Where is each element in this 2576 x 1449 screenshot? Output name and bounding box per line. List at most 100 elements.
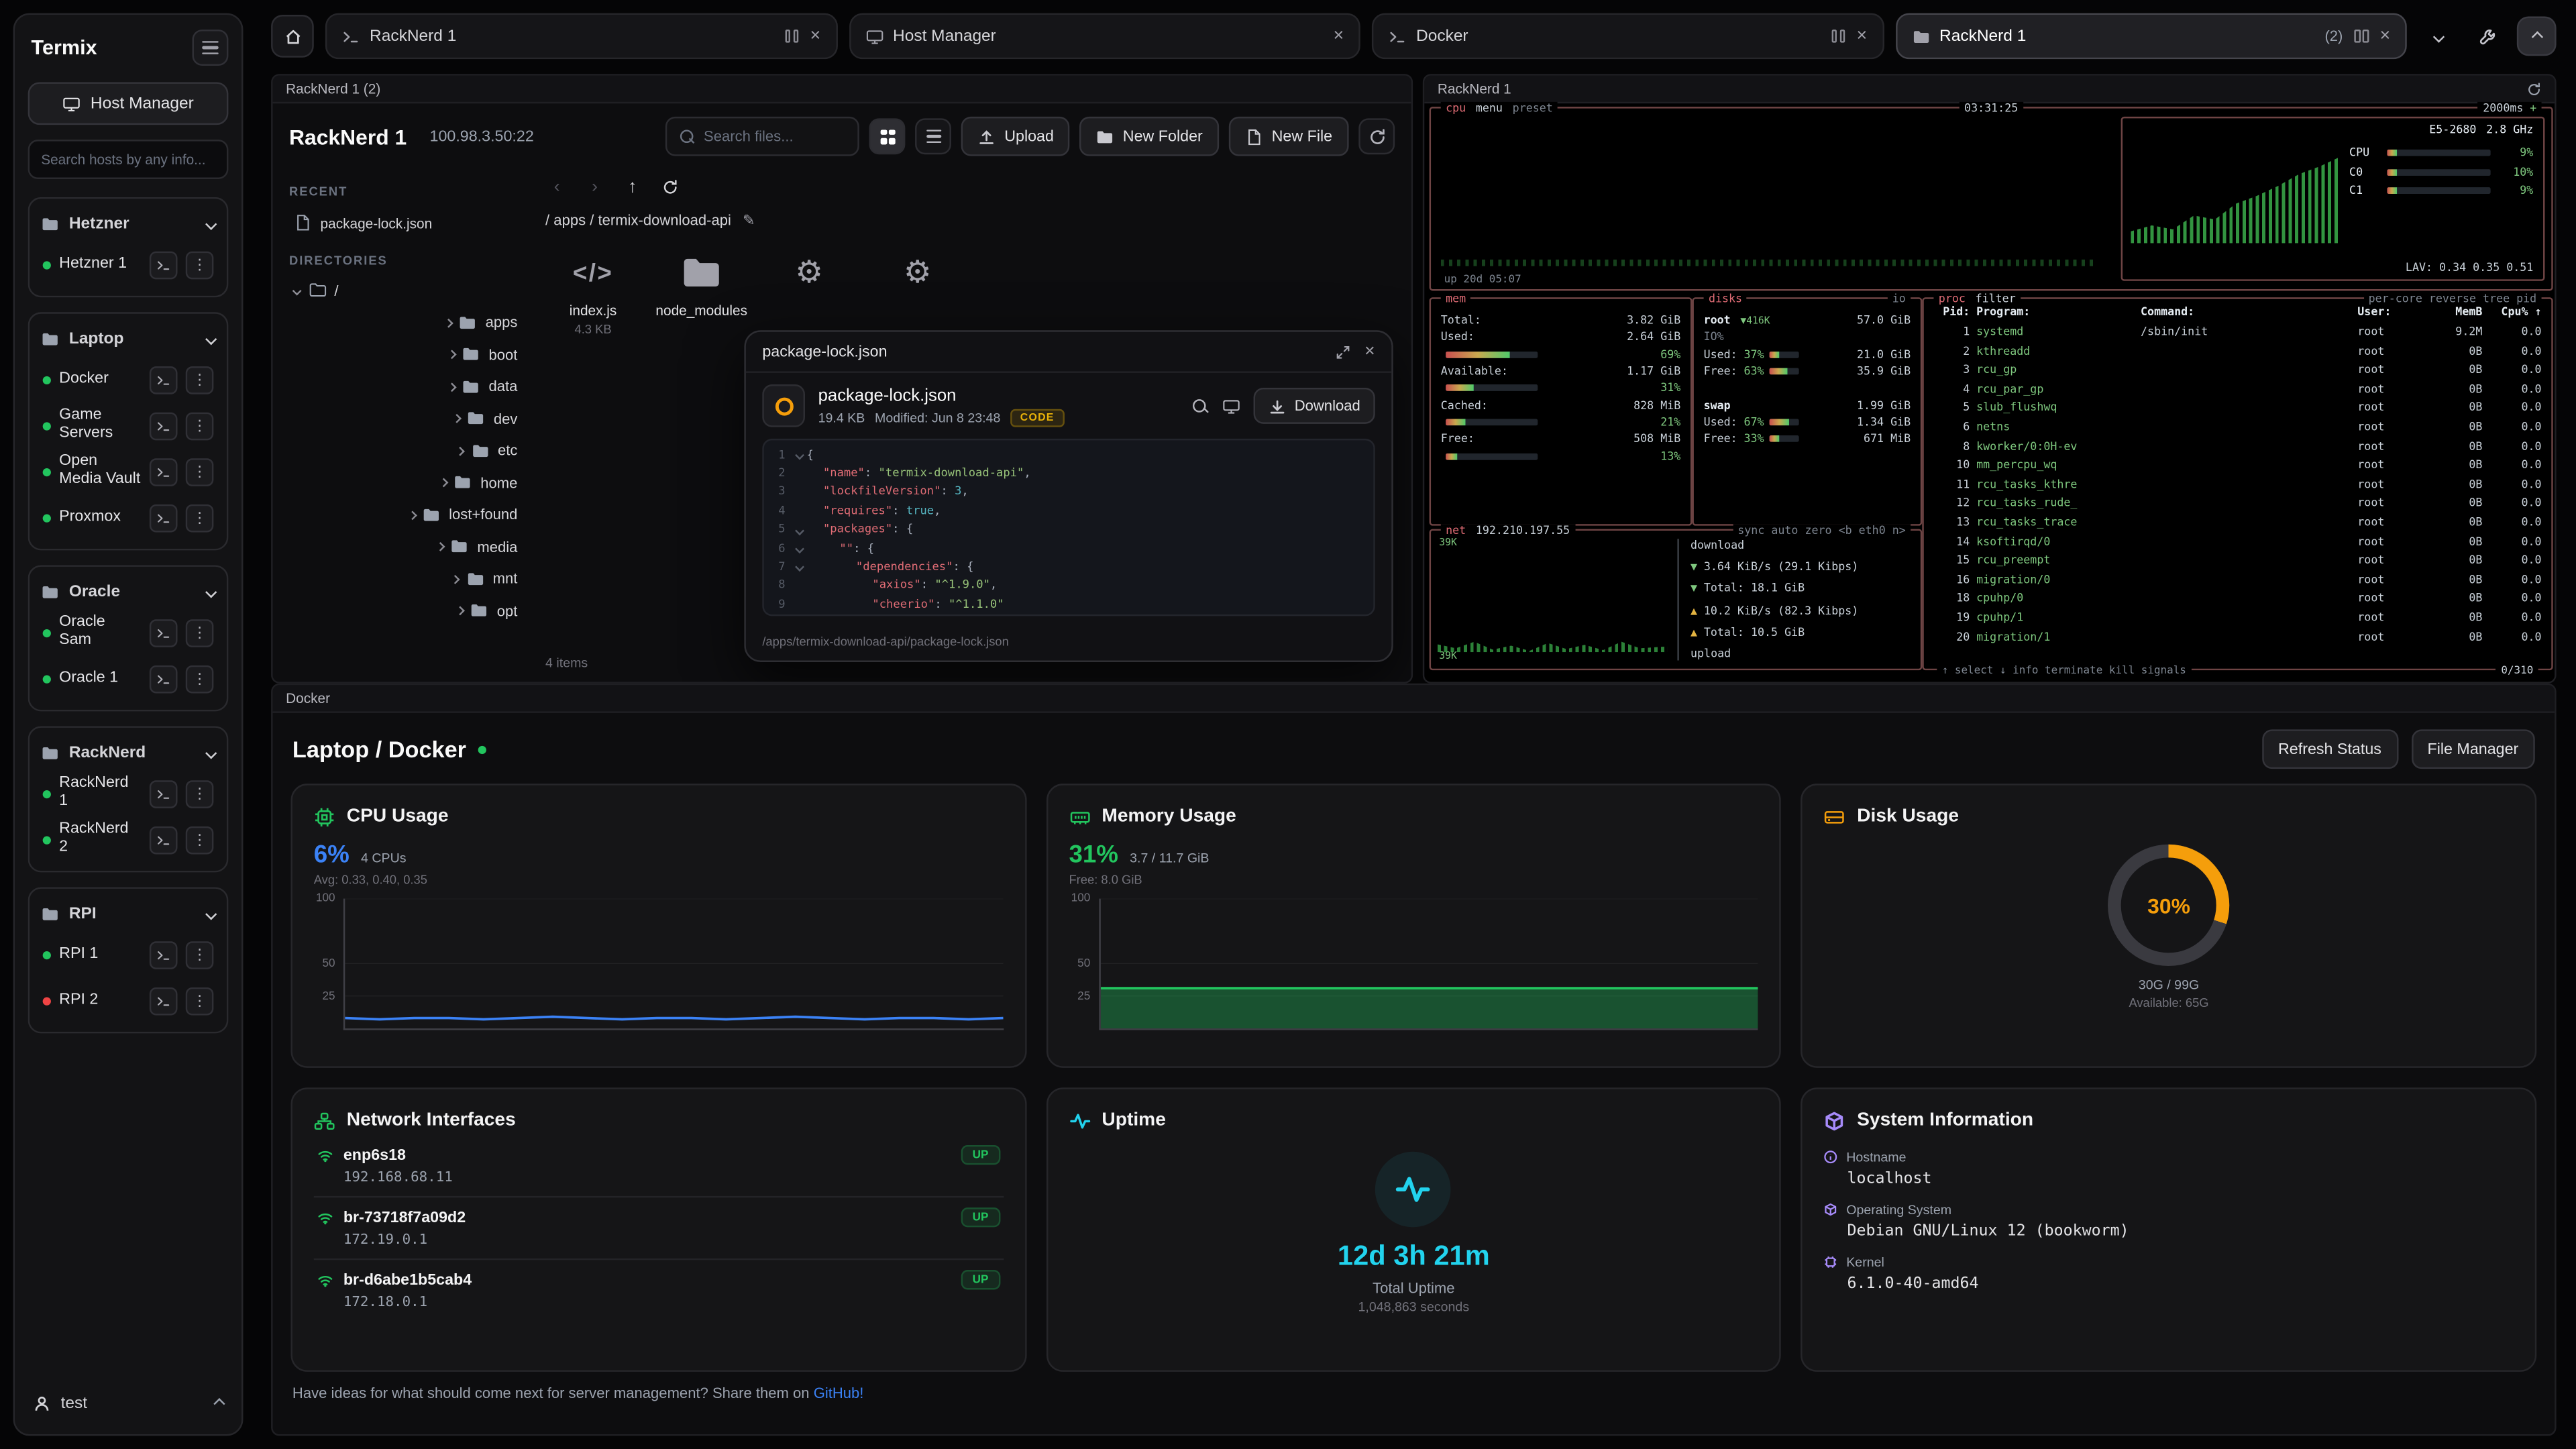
process-row[interactable]: 16migration/0root0B0.0 xyxy=(1924,572,2552,590)
tree-item-etc[interactable]: etc xyxy=(289,435,523,467)
tab-3-docker[interactable]: Docker× xyxy=(1372,13,1884,60)
host-menu-button[interactable]: ⋮ xyxy=(186,250,214,278)
host-terminal-button[interactable] xyxy=(150,619,178,647)
close-icon[interactable]: × xyxy=(1334,27,1344,45)
close-icon[interactable]: × xyxy=(2380,27,2391,45)
process-row[interactable]: 11rcu_tasks_kthreroot0B0.0 xyxy=(1924,476,2552,495)
preview-icon[interactable] xyxy=(1222,396,1240,415)
tree-item-mnt[interactable]: mnt xyxy=(289,563,523,595)
tree-item-lost+found[interactable]: lost+found xyxy=(289,498,523,531)
sidebar-host-item[interactable]: Game Servers⋮ xyxy=(38,402,218,449)
host-terminal-button[interactable] xyxy=(150,250,178,278)
host-terminal-button[interactable] xyxy=(150,458,178,486)
new-file-button[interactable]: New File xyxy=(1229,117,1349,156)
process-row[interactable]: 3rcu_gproot0B0.0 xyxy=(1924,362,2552,380)
process-row[interactable]: 12rcu_tasks_rude_root0B0.0 xyxy=(1924,495,2552,514)
sidebar-group-header[interactable]: RPI xyxy=(38,896,218,932)
tree-item-boot[interactable]: boot xyxy=(289,338,523,370)
host-menu-button[interactable]: ⋮ xyxy=(186,458,214,486)
file-grid-item[interactable]: ⚙ xyxy=(762,246,857,337)
close-icon[interactable]: × xyxy=(1857,27,1868,45)
breadcrumb[interactable]: / apps / termix-download-api xyxy=(545,212,731,228)
sidebar-host-item[interactable]: Hetzner 1⋮ xyxy=(38,241,218,288)
close-icon[interactable]: × xyxy=(1364,341,1375,361)
host-search-input[interactable] xyxy=(28,140,229,179)
file-search-input[interactable] xyxy=(704,128,847,144)
expand-icon[interactable] xyxy=(1335,344,1350,359)
process-row[interactable]: 1systemd/sbin/initroot9.2M0.0 xyxy=(1924,323,2552,342)
sidebar-host-item[interactable]: RackNerd 2⋮ xyxy=(38,816,218,863)
tree-item-home[interactable]: home xyxy=(289,467,523,499)
host-terminal-button[interactable] xyxy=(150,366,178,394)
sidebar-host-item[interactable]: RPI 1⋮ xyxy=(38,932,218,978)
user-row[interactable]: test xyxy=(28,1387,229,1421)
tabs-dropdown-button[interactable] xyxy=(2418,16,2458,56)
list-view-button[interactable] xyxy=(916,118,952,154)
tab-1-racknerd-1[interactable]: RackNerd 1× xyxy=(325,13,837,60)
reconnect-icon[interactable] xyxy=(2527,81,2542,96)
host-menu-button[interactable]: ⋮ xyxy=(186,665,214,693)
fold-icon[interactable] xyxy=(792,564,806,570)
nav-forward-button[interactable]: › xyxy=(583,176,606,199)
nav-up-button[interactable]: ↑ xyxy=(621,176,644,199)
sidebar-host-item[interactable]: RPI 2⋮ xyxy=(38,977,218,1024)
grid-view-button[interactable] xyxy=(869,118,906,154)
nav-back-button[interactable]: ‹ xyxy=(545,176,568,199)
file-grid-item[interactable]: node_modules xyxy=(654,246,749,337)
file-grid-item[interactable]: </>index.js4.3 KB xyxy=(545,246,641,337)
split-view-icon[interactable] xyxy=(1831,30,1845,43)
process-row[interactable]: 2kthreaddroot0B0.0 xyxy=(1924,343,2552,362)
sidebar-group-header[interactable]: Oracle xyxy=(38,574,218,610)
host-menu-button[interactable]: ⋮ xyxy=(186,780,214,808)
sidebar-host-item[interactable]: Proxmox⋮ xyxy=(38,494,218,541)
download-button[interactable]: Download xyxy=(1253,388,1375,424)
tree-item-apps[interactable]: apps xyxy=(289,307,523,339)
host-terminal-button[interactable] xyxy=(150,780,178,808)
fold-icon[interactable] xyxy=(792,527,806,533)
process-row[interactable]: 10mm_percpu_wqroot0B0.0 xyxy=(1924,457,2552,476)
process-row[interactable]: 13rcu_tasks_traceroot0B0.0 xyxy=(1924,514,2552,533)
tree-item-dev[interactable]: dev xyxy=(289,402,523,435)
host-menu-button[interactable]: ⋮ xyxy=(186,941,214,969)
terminal-screen[interactable]: cpumenupreset03:31:252000ms+E5-26802.8 G… xyxy=(1424,103,2555,683)
host-terminal-button[interactable] xyxy=(150,987,178,1015)
host-menu-button[interactable]: ⋮ xyxy=(186,366,214,394)
tab-4-racknerd-1[interactable]: RackNerd 1(2)× xyxy=(1895,13,2407,60)
refresh-status-button[interactable]: Refresh Status xyxy=(2262,729,2398,769)
process-row[interactable]: 20migration/1root0B0.0 xyxy=(1924,629,2552,647)
sidebar-host-item[interactable]: Open Media Vault⋮ xyxy=(38,449,218,495)
new-folder-button[interactable]: New Folder xyxy=(1080,117,1219,156)
fold-icon[interactable] xyxy=(792,451,806,458)
process-row[interactable]: 6netnsroot0B0.0 xyxy=(1924,419,2552,437)
tab-2-host-manager[interactable]: Host Manager× xyxy=(849,13,1360,60)
host-terminal-button[interactable] xyxy=(150,665,178,693)
sidebar-menu-button[interactable] xyxy=(193,30,229,66)
file-grid-item[interactable]: ⚙ xyxy=(871,246,966,337)
tools-button[interactable] xyxy=(2467,16,2507,56)
sidebar-host-item[interactable]: Oracle Sam⋮ xyxy=(38,610,218,656)
process-row[interactable]: 8kworker/0:0H-evroot0B0.0 xyxy=(1924,438,2552,457)
github-link[interactable]: GitHub! xyxy=(814,1385,864,1401)
split-view-icon[interactable] xyxy=(2355,30,2369,43)
host-terminal-button[interactable] xyxy=(150,826,178,854)
sidebar-group-header[interactable]: Hetzner xyxy=(38,205,218,241)
tree-item-root[interactable]: / xyxy=(289,274,523,307)
sidebar-host-item[interactable]: Docker⋮ xyxy=(38,356,218,402)
process-row[interactable]: 14ksoftirqd/0root0B0.0 xyxy=(1924,533,2552,552)
process-row[interactable]: 4rcu_par_gproot0B0.0 xyxy=(1924,381,2552,400)
host-menu-button[interactable]: ⋮ xyxy=(186,987,214,1015)
sidebar-group-header[interactable]: Laptop xyxy=(38,321,218,357)
process-row[interactable]: 5slub_flushwqroot0B0.0 xyxy=(1924,400,2552,419)
tree-item-opt[interactable]: opt xyxy=(289,595,523,627)
split-view-icon[interactable] xyxy=(785,30,799,43)
nav-refresh-button[interactable] xyxy=(659,176,682,199)
tree-item-data[interactable]: data xyxy=(289,370,523,402)
upload-button[interactable]: Upload xyxy=(962,117,1071,156)
host-terminal-button[interactable] xyxy=(150,411,178,439)
refresh-button[interactable] xyxy=(1358,118,1395,154)
host-menu-button[interactable]: ⋮ xyxy=(186,411,214,439)
process-row[interactable]: 19cpuhp/1root0B0.0 xyxy=(1924,609,2552,628)
sidebar-host-item[interactable]: Oracle 1⋮ xyxy=(38,655,218,702)
code-preview[interactable]: 1{2"name": "termix-download-api",3"lockf… xyxy=(762,439,1375,616)
tree-item-media[interactable]: media xyxy=(289,531,523,563)
